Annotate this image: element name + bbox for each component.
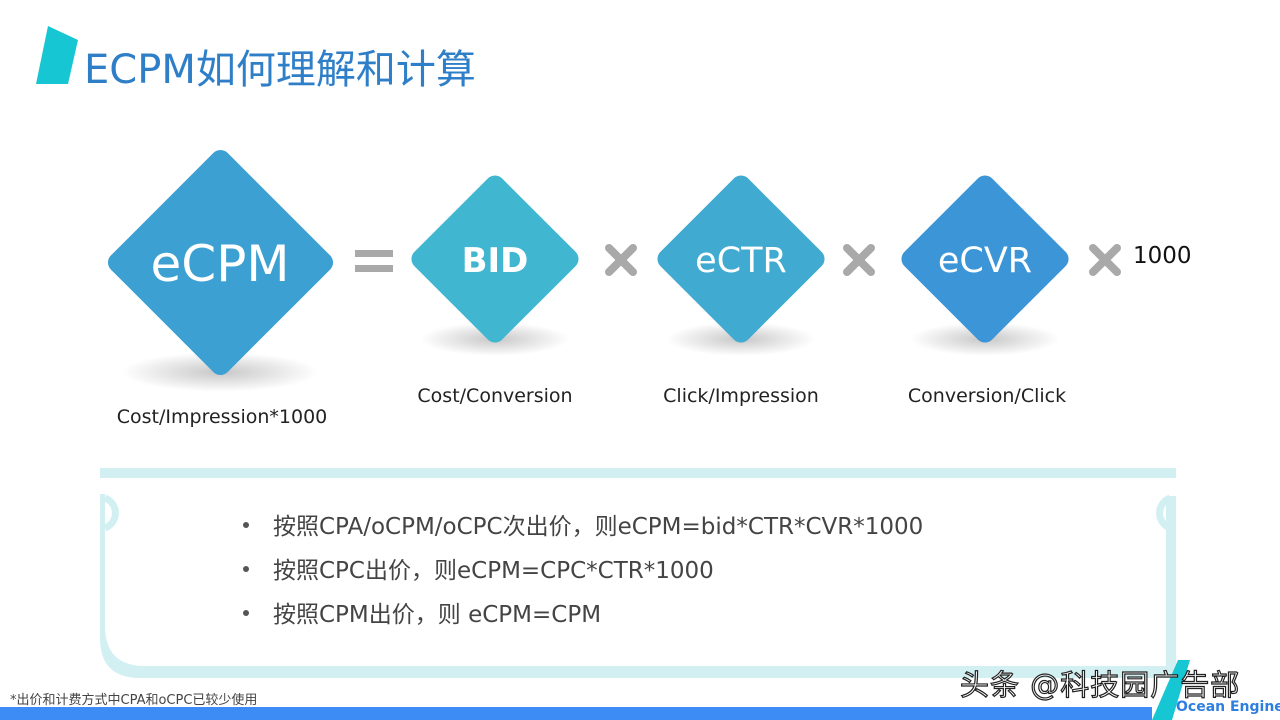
multiply-icon	[843, 244, 875, 276]
notes-list: 按照CPA/oCPM/oCPC次出价，则eCPM=bid*CTR*CVR*100…	[243, 508, 923, 640]
bullet-icon	[243, 521, 249, 528]
note-item: 按照CPM出价，则 eCPM=CPM	[243, 596, 923, 640]
note-text: 按照CPC出价，则eCPM=CPC*CTR*1000	[273, 558, 714, 584]
bullet-icon	[243, 609, 249, 616]
ecvr-caption: Conversion/Click	[907, 385, 1067, 407]
constant-1000: 1000	[1133, 243, 1192, 269]
note-item: 按照CPA/oCPM/oCPC次出价，则eCPM=bid*CTR*CVR*100…	[243, 508, 923, 552]
multiply-icon	[1089, 244, 1121, 276]
ectr-label: eCTR	[695, 241, 787, 281]
title-accent-shape	[36, 26, 78, 84]
bid-label: BID	[461, 241, 529, 281]
slide-title: ECPM如何理解和计算	[84, 47, 476, 93]
ecvr-label: eCVR	[937, 241, 1033, 281]
note-text: 按照CPM出价，则 eCPM=CPM	[273, 602, 602, 628]
footnote: *出价和计费方式中CPA和oCPC已较少使用	[10, 693, 258, 708]
bullet-icon	[243, 565, 249, 572]
multiply-icon	[605, 244, 637, 276]
note-item: 按照CPC出价，则eCPM=CPC*CTR*1000	[243, 552, 923, 596]
note-text: 按照CPA/oCPM/oCPC次出价，则eCPM=bid*CTR*CVR*100…	[273, 514, 924, 540]
ecpm-label: eCPM	[150, 235, 290, 293]
bottom-bar	[0, 707, 1152, 720]
ectr-caption: Click/Impression	[663, 385, 819, 407]
ecpm-caption: Cost/Impression*1000	[116, 406, 328, 428]
equals-icon	[355, 250, 393, 272]
bid-caption: Cost/Conversion	[417, 385, 573, 407]
brand-logo-text: Ocean Engine	[1176, 699, 1280, 715]
watermark: 头条 @科技园广告部	[959, 667, 1241, 702]
